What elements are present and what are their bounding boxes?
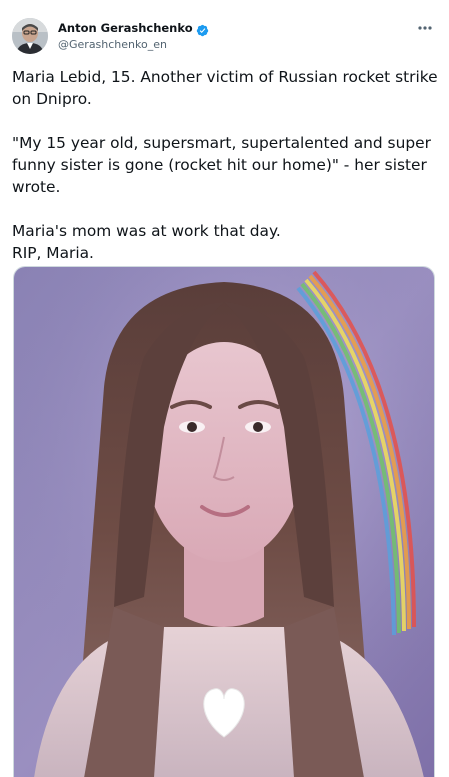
- tweet-photo[interactable]: [13, 266, 435, 777]
- tweet-paragraph-2: "My 15 year old, supersmart, supertalent…: [12, 134, 436, 196]
- portrait-photo: [14, 267, 434, 777]
- avatar-photo: [12, 18, 48, 54]
- tweet-paragraph-3-line-1: Maria's mom was at work that day.: [12, 222, 281, 240]
- tweet-card: Anton Gerashchenko @Gerashchenko_en Mari…: [0, 0, 449, 777]
- tweet-paragraph-3-line-2: RIP, Maria.: [12, 244, 94, 262]
- author-handle[interactable]: @Gerashchenko_en: [58, 38, 209, 51]
- tweet-paragraph-1: Maria Lebid, 15. Another victim of Russi…: [12, 68, 443, 108]
- tweet-header: Anton Gerashchenko @Gerashchenko_en: [12, 14, 437, 56]
- display-name-row: Anton Gerashchenko: [58, 20, 209, 36]
- author-names: Anton Gerashchenko @Gerashchenko_en: [58, 20, 209, 51]
- tweet-text: Maria Lebid, 15. Another victim of Russi…: [12, 66, 442, 264]
- author-avatar[interactable]: [12, 18, 48, 54]
- more-options-icon[interactable]: [415, 20, 435, 34]
- verified-badge-icon: [196, 22, 209, 36]
- author-display-name[interactable]: Anton Gerashchenko: [58, 21, 193, 35]
